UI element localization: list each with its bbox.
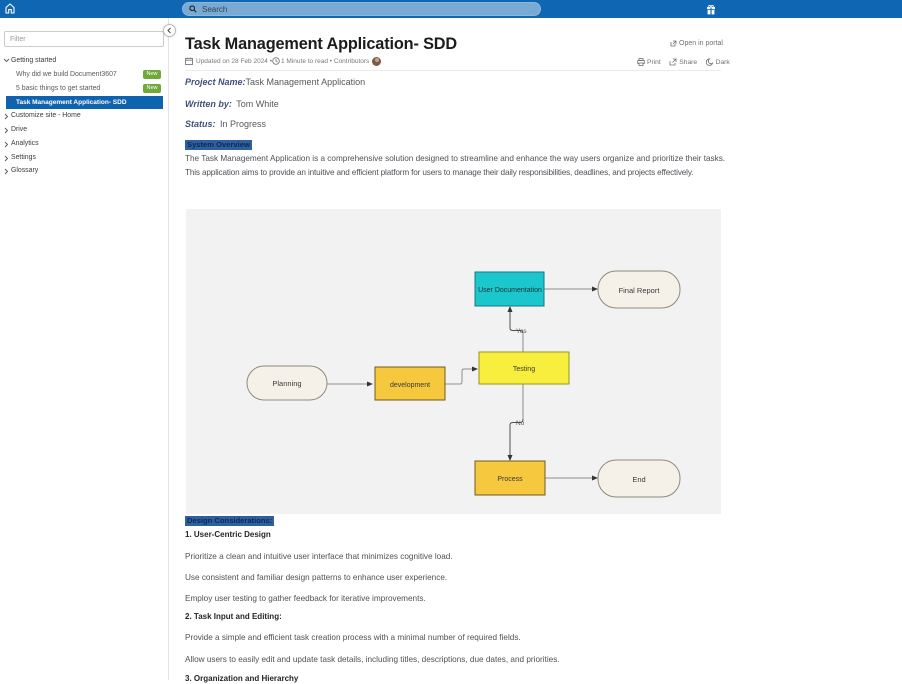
svg-text:Process: Process xyxy=(497,476,523,483)
svg-text:Testing: Testing xyxy=(513,366,535,373)
svg-text:Planning: Planning xyxy=(272,379,301,388)
svg-text:End: End xyxy=(632,475,645,484)
svg-text:development: development xyxy=(390,382,430,389)
svg-text:No: No xyxy=(516,420,525,427)
svg-text:Yes: Yes xyxy=(516,328,527,335)
svg-text:Final Report: Final Report xyxy=(619,286,661,295)
svg-text:User Documentation: User Documentation xyxy=(478,287,542,294)
